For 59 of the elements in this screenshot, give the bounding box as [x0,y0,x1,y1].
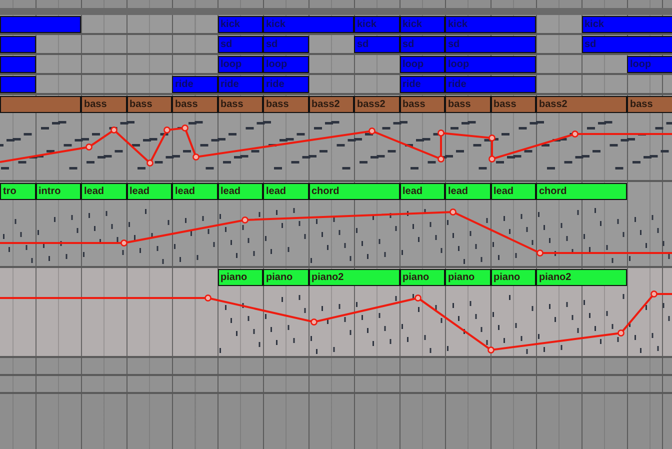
clip[interactable]: kick [582,16,672,33]
clip[interactable]: bass2 [536,96,627,113]
clip[interactable]: ride [445,76,536,93]
clip[interactable]: ride [400,76,445,93]
clip[interactable]: bass [126,96,172,113]
clip[interactable]: kick [400,16,445,33]
clip[interactable]: sd [400,36,445,53]
clip[interactable]: sd [445,36,536,53]
clip[interactable]: piano [263,269,308,286]
clip[interactable]: bass [490,96,536,113]
clip[interactable]: sd [263,36,308,53]
clip[interactable]: loop [627,56,672,73]
clip[interactable]: ride [172,76,218,93]
clip[interactable]: loop [263,56,308,73]
automation-curve[interactable] [0,290,672,354]
clip[interactable] [0,76,36,93]
clip[interactable]: bass2 [354,96,400,113]
clip[interactable]: bass [627,96,672,113]
clip[interactable]: lead [81,183,126,200]
clip[interactable]: lead [218,183,263,200]
clip[interactable]: lead [490,183,536,200]
clip[interactable]: lead [445,183,490,200]
clip[interactable]: ride [218,76,263,93]
clip[interactable]: piano [490,269,536,286]
clip[interactable]: chord [308,183,400,200]
clip[interactable] [0,36,36,53]
clip[interactable]: sd [354,36,400,53]
clip[interactable]: bass [263,96,308,113]
clip[interactable]: bass2 [308,96,354,113]
clip[interactable]: lead [126,183,172,200]
clip[interactable]: bass [445,96,490,113]
clip[interactable]: loop [445,56,536,73]
clip[interactable]: loop [218,56,263,73]
clip[interactable]: lead [172,183,218,200]
clip[interactable] [0,56,36,73]
clip[interactable]: piano2 [308,269,400,286]
clip[interactable]: kick [218,16,263,33]
clip[interactable]: bass [400,96,445,113]
clip[interactable]: bass [172,96,218,113]
clip[interactable]: piano [218,269,263,286]
clip[interactable]: piano [400,269,445,286]
clip[interactable]: piano [445,269,490,286]
clip[interactable]: bass [218,96,263,113]
clip[interactable]: lead [400,183,445,200]
clip[interactable]: loop [400,56,445,73]
clip[interactable]: kick [263,16,354,33]
clip[interactable]: kick [445,16,536,33]
clip[interactable]: ride [263,76,308,93]
clip[interactable]: tro [0,183,36,200]
clip[interactable] [0,96,81,113]
clip[interactable]: sd [218,36,263,53]
clip[interactable]: lead [263,183,308,200]
clip[interactable]: piano2 [536,269,627,286]
clip[interactable]: kick [354,16,400,33]
clip[interactable]: chord [536,183,627,200]
clip[interactable]: bass [81,96,126,113]
clip[interactable] [0,16,81,33]
clip[interactable]: sd [582,36,672,53]
clip[interactable]: intro [36,183,81,200]
